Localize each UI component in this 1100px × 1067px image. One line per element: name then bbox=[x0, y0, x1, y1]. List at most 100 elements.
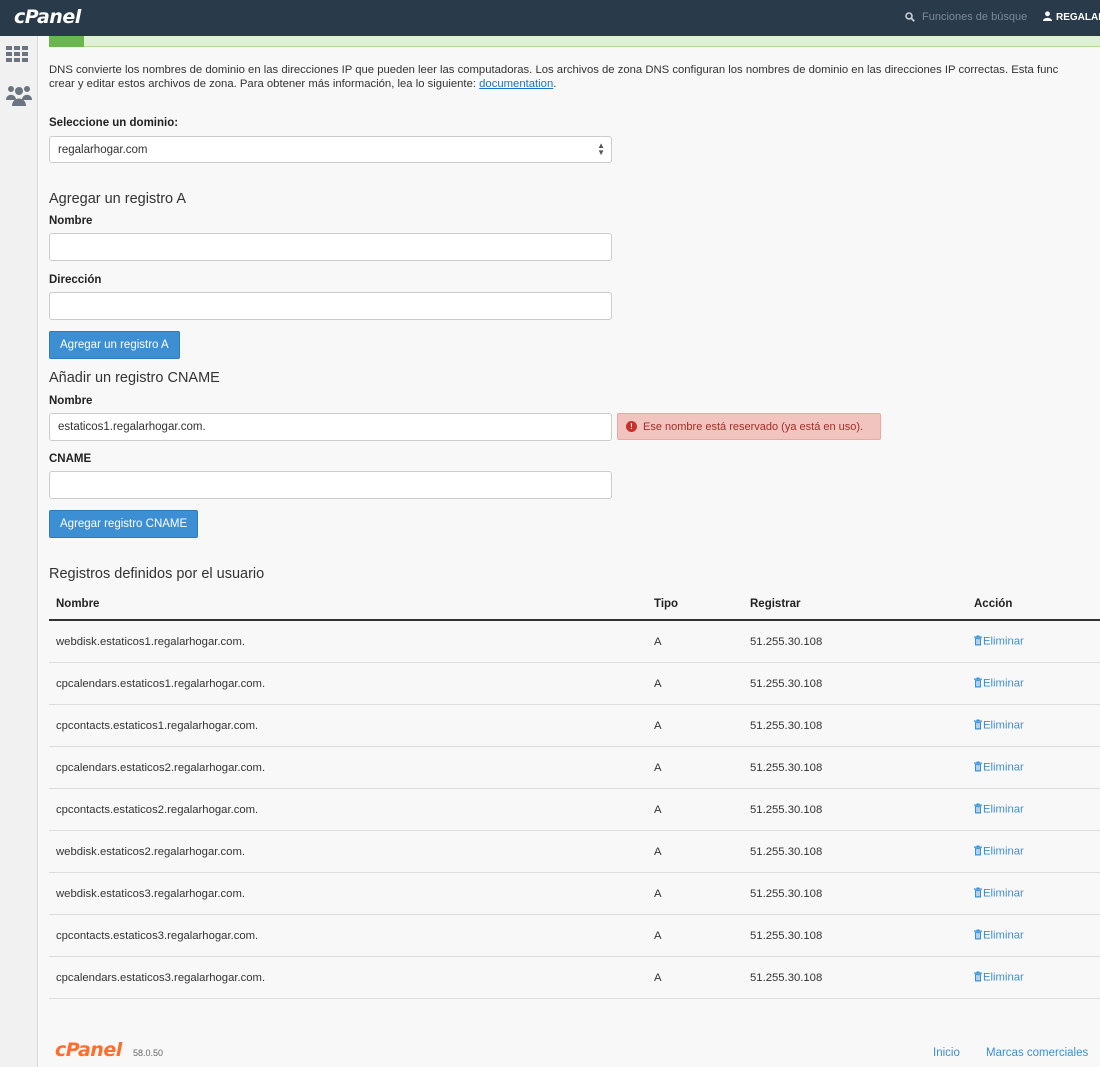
record-type: A bbox=[654, 971, 662, 984]
header-record[interactable]: Registrar bbox=[750, 598, 801, 610]
delete-label: Eliminar bbox=[983, 845, 1024, 858]
record-value: 51.255.30.108 bbox=[750, 635, 823, 648]
cname-name-label: Nombre bbox=[49, 395, 93, 407]
a-name-input[interactable] bbox=[49, 233, 612, 261]
error-message: Ese nombre está reservado (ya está en us… bbox=[643, 420, 864, 433]
cname-record-title: Añadir un registro CNAME bbox=[49, 370, 220, 386]
delete-label: Eliminar bbox=[983, 719, 1024, 732]
record-type: A bbox=[654, 845, 662, 858]
table-header: Nombre Tipo Registrar Acción bbox=[49, 590, 1100, 621]
record-value: 51.255.30.108 bbox=[750, 887, 823, 900]
record-name: webdisk.estaticos3.regalarhogar.com. bbox=[56, 887, 246, 900]
record-type: A bbox=[654, 677, 662, 690]
record-value: 51.255.30.108 bbox=[750, 971, 823, 984]
record-value: 51.255.30.108 bbox=[750, 677, 823, 690]
delete-button[interactable]: Eliminar bbox=[974, 635, 1024, 648]
cpanel-logo[interactable]: cPanel bbox=[14, 6, 81, 28]
a-address-input[interactable] bbox=[49, 292, 612, 320]
delete-button[interactable]: Eliminar bbox=[974, 677, 1024, 690]
record-name: cpcontacts.estaticos3.regalarhogar.com. bbox=[56, 929, 259, 942]
documentation-link[interactable]: documentation bbox=[479, 78, 553, 90]
record-name: cpcontacts.estaticos1.regalarhogar.com. bbox=[56, 719, 259, 732]
domain-select[interactable]: regalarhogar.com ▲ ▼ bbox=[49, 136, 612, 163]
table-row: webdisk.estaticos1.regalarhogar.com. A 51.… bbox=[49, 621, 1100, 663]
record-name: webdisk.estaticos1.regalarhogar.com. bbox=[56, 635, 246, 648]
record-value: 51.255.30.108 bbox=[750, 761, 823, 774]
search-input[interactable]: Funciones de búsque bbox=[922, 11, 1027, 23]
record-type: A bbox=[654, 635, 662, 648]
header-type[interactable]: Tipo bbox=[654, 598, 678, 610]
footer-cpanel-logo[interactable]: cPanel bbox=[55, 1039, 122, 1061]
delete-button[interactable]: Eliminar bbox=[974, 845, 1024, 858]
record-name: cpcontacts.estaticos2.regalarhogar.com. bbox=[56, 803, 259, 816]
delete-button[interactable]: Eliminar bbox=[974, 929, 1024, 942]
user-icon bbox=[1043, 11, 1052, 24]
record-name: webdisk.estaticos2.regalarhogar.com. bbox=[56, 845, 246, 858]
trash-icon bbox=[974, 845, 982, 858]
add-cname-record-button[interactable]: Agregar registro CNAME bbox=[49, 510, 199, 538]
trash-icon bbox=[974, 803, 982, 816]
delete-button[interactable]: Eliminar bbox=[974, 719, 1024, 732]
sidebar bbox=[0, 36, 38, 1067]
intro-line-1: DNS convierte los nombres de dominio en … bbox=[49, 64, 1059, 76]
table-row: cpcalendars.estaticos3.regalarhogar.com.… bbox=[49, 957, 1100, 999]
table-row: webdisk.estaticos2.regalarhogar.com. A 51.… bbox=[49, 831, 1100, 873]
apps-grid-icon[interactable] bbox=[6, 46, 28, 65]
delete-label: Eliminar bbox=[983, 887, 1024, 900]
success-notice-bar bbox=[49, 36, 1100, 47]
exclamation-circle-icon: ! bbox=[626, 421, 637, 432]
cname-name-input[interactable]: estaticos1.regalarhogar.com. bbox=[49, 413, 612, 441]
record-value: 51.255.30.108 bbox=[750, 929, 823, 942]
home-link[interactable]: Inicio bbox=[933, 1047, 960, 1059]
delete-button[interactable]: Eliminar bbox=[974, 761, 1024, 774]
add-a-record-button[interactable]: Agregar un registro A bbox=[49, 331, 180, 359]
intro-line-2: crear y editar estos archivos de zona. P… bbox=[49, 77, 1100, 91]
success-notice-accent bbox=[49, 36, 84, 47]
trash-icon bbox=[974, 971, 982, 984]
user-menu[interactable]: REGALARI bbox=[1043, 11, 1100, 24]
search-icon bbox=[905, 12, 915, 22]
trademarks-link[interactable]: Marcas comerciales bbox=[986, 1047, 1088, 1059]
domain-select-value: regalarhogar.com bbox=[58, 144, 148, 156]
delete-button[interactable]: Eliminar bbox=[974, 803, 1024, 816]
record-type: A bbox=[654, 929, 662, 942]
record-type: A bbox=[654, 719, 662, 732]
search-features[interactable]: Funciones de búsque bbox=[905, 11, 1027, 23]
record-type: A bbox=[654, 803, 662, 816]
version-number: 58.0.50 bbox=[133, 1048, 164, 1058]
record-name: cpcalendars.estaticos3.regalarhogar.com. bbox=[56, 971, 266, 984]
domain-select-label: Seleccione un dominio: bbox=[49, 117, 179, 129]
delete-label: Eliminar bbox=[983, 971, 1024, 984]
intro-text: DNS convierte los nombres de dominio en … bbox=[49, 63, 1100, 91]
header-action: Acción bbox=[974, 598, 1013, 610]
records-table: Nombre Tipo Registrar Acción webdisk.est… bbox=[49, 590, 1100, 999]
a-name-label: Nombre bbox=[49, 215, 93, 227]
record-value: 51.255.30.108 bbox=[750, 845, 823, 858]
record-name: cpcalendars.estaticos1.regalarhogar.com. bbox=[56, 677, 266, 690]
name-reserved-error: ! Ese nombre está reservado (ya está en … bbox=[617, 413, 881, 440]
record-type: A bbox=[654, 887, 662, 900]
a-record-title: Agregar un registro A bbox=[49, 191, 187, 207]
trash-icon bbox=[974, 929, 982, 942]
table-row: cpcontacts.estaticos3.regalarhogar.com. A… bbox=[49, 915, 1100, 957]
user-name: REGALARI bbox=[1056, 12, 1100, 23]
cname-target-label: CNAME bbox=[49, 453, 92, 465]
header-name[interactable]: Nombre bbox=[56, 598, 99, 610]
trash-icon bbox=[974, 677, 982, 690]
cname-target-input[interactable] bbox=[49, 471, 612, 499]
delete-label: Eliminar bbox=[983, 635, 1024, 648]
trash-icon bbox=[974, 761, 982, 774]
table-row: webdisk.estaticos3.regalarhogar.com. A 51.… bbox=[49, 873, 1100, 915]
records-title: Registros definidos por el usuario bbox=[49, 566, 265, 582]
record-value: 51.255.30.108 bbox=[750, 803, 823, 816]
record-name: cpcalendars.estaticos2.regalarhogar.com. bbox=[56, 761, 266, 774]
record-type: A bbox=[654, 761, 662, 774]
delete-button[interactable]: Eliminar bbox=[974, 971, 1024, 984]
trash-icon bbox=[974, 719, 982, 732]
table-row: cpcalendars.estaticos2.regalarhogar.com.… bbox=[49, 747, 1100, 789]
delete-button[interactable]: Eliminar bbox=[974, 887, 1024, 900]
intro-line-2-end: . bbox=[553, 78, 557, 90]
table-row: cpcalendars.estaticos1.regalarhogar.com.… bbox=[49, 663, 1100, 705]
record-value: 51.255.30.108 bbox=[750, 719, 823, 732]
users-group-icon[interactable] bbox=[6, 84, 32, 109]
